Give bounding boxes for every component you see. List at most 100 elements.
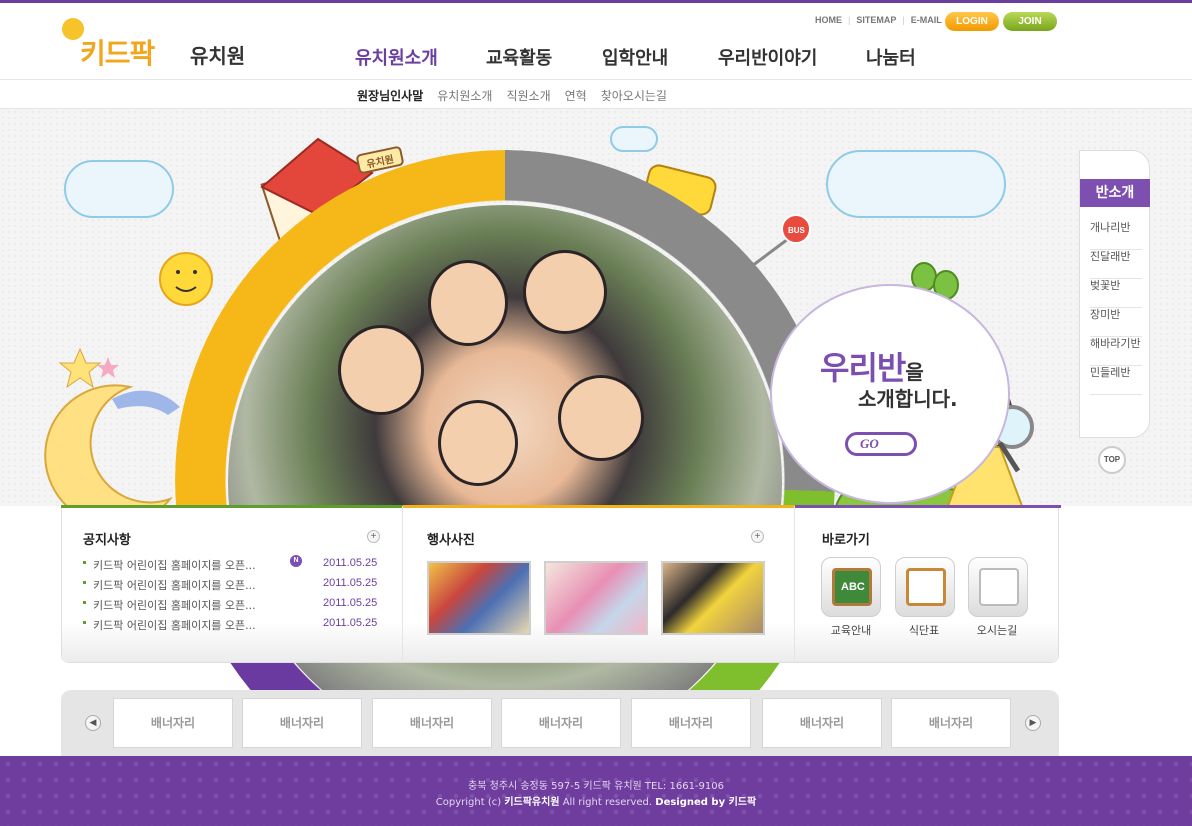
copyright-prefix: Copyright (c) <box>435 797 505 808</box>
child-face <box>438 400 518 486</box>
directions-label[interactable]: 오시는길 <box>957 622 1037 638</box>
sub-nav: 원장님인사말 유치원소개 직원소개 연혁 찾아오시는길 <box>357 87 667 104</box>
menu-label[interactable]: 식단표 <box>884 622 964 638</box>
list-item[interactable]: 키드팍 어린이집 홈페이지를 오픈... 2011.05.25 <box>83 597 383 617</box>
banner-prev-icon[interactable]: ◀ <box>85 715 101 731</box>
children-photo <box>228 205 782 759</box>
logo-kid-text: 키드팍 <box>80 38 155 69</box>
notice-date: 2011.05.25 <box>323 597 378 609</box>
banner-slot[interactable]: 배너자리 <box>372 698 492 748</box>
search-document-icon <box>979 568 1019 606</box>
logo-school-text: 유치원 <box>190 44 246 68</box>
slogan-sub: 소개합니다. <box>858 387 958 411</box>
nav-item-education[interactable]: 교육활동 <box>486 44 552 70</box>
quick-menu-item[interactable]: 벚꽃반 <box>1090 279 1142 308</box>
logo-wordmark: 키드팍 <box>80 32 155 72</box>
join-button[interactable]: JOIN <box>1003 12 1057 31</box>
bullet-icon <box>83 621 86 624</box>
notice-accent-bar <box>61 505 403 508</box>
email-link[interactable]: E-MAIL <box>911 15 942 25</box>
scroll-top-button[interactable]: TOP <box>1098 446 1126 474</box>
chalkboard-icon: ABC <box>832 568 872 606</box>
notice-date: 2011.05.25 <box>323 617 378 629</box>
sun-character-icon <box>159 252 213 306</box>
designed-by: Designed by 키드팍 <box>655 797 757 808</box>
footer-address: 충북 청주시 송정동 597-5 키드팍 유치원 TEL: 1661-9106 <box>468 781 724 792</box>
clipboard-icon <box>906 568 946 606</box>
notice-date: 2011.05.25 <box>323 577 378 589</box>
nav-item-admission[interactable]: 입학안내 <box>602 44 668 70</box>
banner-slot[interactable]: 배너자리 <box>113 698 233 748</box>
banner-slot[interactable]: 배너자리 <box>762 698 882 748</box>
subnav-item-greeting[interactable]: 원장님인사말 <box>357 87 423 104</box>
utility-links: HOME | SITEMAP | E-MAIL <box>815 15 942 25</box>
footer-copyright: Copyright (c) 키드팍유치원 All right reserved.… <box>0 793 1192 808</box>
notice-title-text[interactable]: 키드팍 어린이집 홈페이지를 오픈... <box>93 557 256 573</box>
quick-menu-item[interactable]: 장미반 <box>1090 308 1142 337</box>
slogan-particle: 을 <box>905 360 923 384</box>
separator: | <box>902 15 905 25</box>
quick-menu-list: 개나리반 진달래반 벚꽃반 장미반 해바라기반 민들레반 <box>1090 221 1142 395</box>
banner-slot[interactable]: 배너자리 <box>242 698 362 748</box>
event-photo-thumbnail[interactable] <box>661 561 765 635</box>
photos-title: 행사사진 <box>427 533 475 548</box>
notice-list: 키드팍 어린이집 홈페이지를 오픈... N 2011.05.25 키드팍 어린… <box>83 555 383 637</box>
column-divider <box>402 506 403 662</box>
child-face <box>338 325 424 415</box>
notice-more-icon[interactable]: + <box>367 530 380 543</box>
sitemap-link[interactable]: SITEMAP <box>856 15 896 25</box>
child-face <box>523 250 607 334</box>
nav-item-share[interactable]: 나눔터 <box>866 44 916 70</box>
child-face <box>558 375 644 461</box>
banner-slot[interactable]: 배너자리 <box>631 698 751 748</box>
notice-title: 공지사항 <box>83 533 131 548</box>
photos-more-icon[interactable]: + <box>751 530 764 543</box>
list-item[interactable]: 키드팍 어린이집 홈페이지를 오픈... N 2011.05.25 <box>83 555 383 577</box>
nav-item-class-story[interactable]: 우리반이야기 <box>718 44 817 70</box>
moon-character-icon <box>44 384 180 506</box>
notice-title-text[interactable]: 키드팍 어린이집 홈페이지를 오픈... <box>93 577 256 593</box>
banner-slot[interactable]: 배너자리 <box>891 698 1011 748</box>
subnav-item-intro[interactable]: 유치원소개 <box>437 87 492 104</box>
nav-item-intro[interactable]: 유치원소개 <box>355 44 438 70</box>
bullet-icon <box>83 601 86 604</box>
subnav-item-directions[interactable]: 찾아오시는길 <box>601 87 667 104</box>
banner-next-icon[interactable]: ▶ <box>1025 715 1041 731</box>
notice-date: 2011.05.25 <box>323 557 378 569</box>
education-guide-label[interactable]: 교육안내 <box>811 622 891 638</box>
slogan-main-text: 우리반 <box>820 349 906 387</box>
separator: | <box>848 15 851 25</box>
quick-menu-item[interactable]: 진달래반 <box>1090 250 1142 279</box>
list-item[interactable]: 키드팍 어린이집 홈페이지를 오픈... 2011.05.25 <box>83 577 383 597</box>
notice-title-text[interactable]: 키드팍 어린이집 홈페이지를 오픈... <box>93 597 256 613</box>
class-quick-menu: 반소개 개나리반 진달래반 벚꽃반 장미반 해바라기반 민들레반 <box>1079 150 1150 438</box>
subnav-item-history[interactable]: 연혁 <box>565 87 587 104</box>
event-photo-thumbnail[interactable] <box>427 561 531 635</box>
subnav-item-staff[interactable]: 직원소개 <box>506 87 550 104</box>
bullet-icon <box>83 561 86 564</box>
quick-menu-item[interactable]: 민들레반 <box>1090 366 1142 395</box>
quick-menu-title: 반소개 <box>1080 179 1150 207</box>
notice-title-text[interactable]: 키드팍 어린이집 홈페이지를 오픈... <box>93 617 256 633</box>
copyright-mid: All right reserved. <box>559 797 656 808</box>
new-badge-icon: N <box>290 555 302 567</box>
shortcuts-title: 바로가기 <box>822 533 870 548</box>
quick-menu-item[interactable]: 개나리반 <box>1090 221 1142 250</box>
event-photo-thumbnail[interactable] <box>544 561 648 635</box>
nav-divider <box>0 79 1192 80</box>
education-guide-button[interactable]: ABC <box>821 557 881 617</box>
chalkboard-text: ABC <box>841 581 865 593</box>
login-button[interactable]: LOGIN <box>945 12 999 31</box>
go-button[interactable]: GO <box>845 432 917 456</box>
logo[interactable]: 키드팍 유치원 <box>62 18 262 78</box>
menu-button[interactable] <box>895 557 955 617</box>
banner-slot[interactable]: 배너자리 <box>501 698 621 748</box>
home-link[interactable]: HOME <box>815 15 842 25</box>
child-face <box>428 260 508 346</box>
photos-accent-bar <box>403 505 795 508</box>
star-icon <box>58 347 102 389</box>
list-item[interactable]: 키드팍 어린이집 홈페이지를 오픈... 2011.05.25 <box>83 617 383 637</box>
shortcuts-accent-bar <box>795 505 1061 508</box>
quick-menu-item[interactable]: 해바라기반 <box>1090 337 1142 366</box>
directions-button[interactable] <box>968 557 1028 617</box>
